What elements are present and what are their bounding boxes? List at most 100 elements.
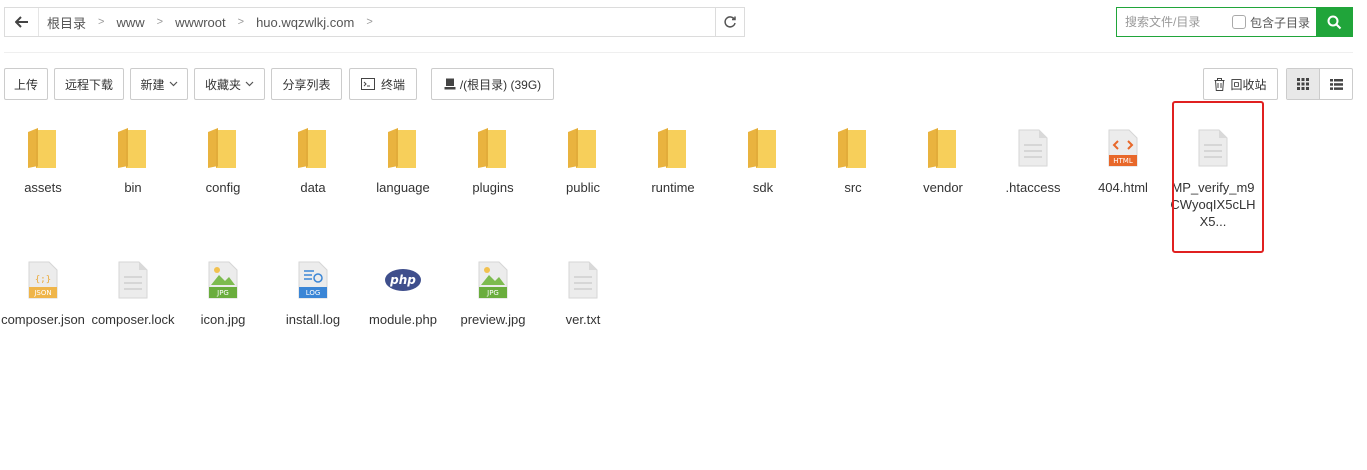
upload-label: 上传: [13, 77, 38, 92]
share-list-label: 分享列表: [282, 77, 331, 92]
breadcrumb-www[interactable]: www: [116, 15, 144, 30]
file-item[interactable]: JPG icon.jpg: [178, 256, 268, 328]
address-bar: 根目录 > www > wwwroot > huo.wqzwlkj.com >: [4, 7, 745, 37]
folder-icon: [829, 124, 877, 172]
arrow-left-icon: [14, 16, 28, 28]
search-button[interactable]: [1316, 7, 1353, 37]
breadcrumb-site[interactable]: huo.wqzwlkj.com: [256, 15, 354, 30]
include-subdirs-label: 包含子目录: [1250, 15, 1311, 30]
folder-icon: [109, 124, 157, 172]
folder-item[interactable]: plugins: [448, 124, 538, 196]
svg-text:JPG: JPG: [486, 289, 499, 297]
share-list-button[interactable]: 分享列表: [271, 68, 342, 100]
log-file-icon: LOG: [289, 256, 337, 304]
remote-download-label: 远程下载: [64, 77, 113, 92]
file-name: config: [205, 180, 241, 195]
folder-icon: [739, 124, 787, 172]
folder-item[interactable]: vendor: [898, 124, 988, 196]
folder-item[interactable]: bin: [88, 124, 178, 196]
file-name: ver.txt: [565, 312, 601, 327]
file-item[interactable]: php module.php: [358, 256, 448, 328]
file-name: bin: [124, 180, 142, 195]
terminal-button[interactable]: 终端: [349, 68, 417, 100]
file-item[interactable]: ver.txt: [538, 256, 628, 328]
breadcrumb: 根目录 > www > wwwroot > huo.wqzwlkj.com >: [39, 8, 715, 36]
folder-item[interactable]: assets: [0, 124, 88, 196]
folder-icon: [199, 124, 247, 172]
disk-icon: [444, 78, 456, 90]
file-name: 404.html: [1098, 180, 1148, 195]
back-button[interactable]: [5, 8, 39, 36]
disk-label: /(根目录) (39G): [459, 77, 542, 92]
favorites-label: 收藏夹: [204, 77, 241, 92]
remote-download-button[interactable]: 远程下载: [54, 68, 124, 100]
image-file-icon: JPG: [469, 256, 517, 304]
folder-icon: [919, 124, 967, 172]
folder-item[interactable]: config: [178, 124, 268, 196]
folder-item[interactable]: language: [358, 124, 448, 196]
include-subdirs-checkbox[interactable]: 包含子目录: [1232, 14, 1310, 31]
folder-item[interactable]: data: [268, 124, 358, 196]
file-name: public: [566, 180, 600, 195]
trash-icon: [1214, 77, 1225, 91]
breadcrumb-root[interactable]: 根目录: [47, 13, 86, 32]
file-item[interactable]: {;} JSON composer.json: [0, 256, 88, 328]
file-name: assets: [24, 180, 62, 195]
upload-button[interactable]: 上传: [4, 68, 48, 100]
view-toggle: [1286, 68, 1353, 100]
file-name: composer.lock: [91, 312, 175, 327]
search-icon: [1327, 15, 1342, 29]
chevron-right-icon: >: [98, 16, 105, 28]
terminal-icon: [360, 78, 375, 90]
folder-item[interactable]: public: [538, 124, 628, 196]
folder-icon: [379, 124, 427, 172]
disk-button[interactable]: /(根目录) (39G): [431, 68, 554, 100]
folder-item[interactable]: sdk: [718, 124, 808, 196]
php-file-icon: php: [379, 256, 427, 304]
file-name: composer.json: [1, 312, 85, 327]
new-button[interactable]: 新建: [130, 68, 188, 100]
chevron-down-icon: [169, 81, 177, 87]
file-name: icon.jpg: [200, 312, 246, 327]
image-file-icon: JPG: [199, 256, 247, 304]
file-name: .htaccess: [1005, 180, 1061, 195]
file-name: MP_verify_m9CWyoqIX5cLHX5...: [1170, 180, 1256, 229]
file-name: src: [844, 180, 862, 195]
grid-view-button[interactable]: [1287, 69, 1320, 99]
folder-item[interactable]: runtime: [628, 124, 718, 196]
favorites-button[interactable]: 收藏夹: [194, 68, 265, 100]
search-bar: 包含子目录: [1116, 7, 1353, 37]
list-icon: [1329, 78, 1343, 90]
svg-text:{;}: {;}: [35, 275, 51, 285]
file-name: data: [300, 180, 326, 195]
file-item[interactable]: MP_verify_m9CWyoqIX5cLHX5...: [1168, 124, 1258, 230]
recycle-bin-button[interactable]: 回收站: [1203, 68, 1278, 100]
checkbox-box: [1232, 15, 1246, 29]
file-item[interactable]: composer.lock: [88, 256, 178, 328]
chevron-right-icon[interactable]: >: [366, 16, 372, 28]
search-input[interactable]: [1117, 8, 1227, 36]
file-item[interactable]: HTML 404.html: [1078, 124, 1168, 196]
json-file-icon: {;} JSON: [19, 256, 67, 304]
file-item[interactable]: LOG install.log: [268, 256, 358, 328]
file-name: runtime: [651, 180, 695, 195]
breadcrumb-wwwroot[interactable]: wwwroot: [175, 15, 226, 30]
folder-icon: [559, 124, 607, 172]
list-view-button[interactable]: [1320, 69, 1352, 99]
file-name: module.php: [369, 312, 437, 327]
refresh-button[interactable]: [715, 8, 744, 36]
file-item[interactable]: .htaccess: [988, 124, 1078, 196]
svg-text:JSON: JSON: [33, 289, 51, 297]
svg-text:LOG: LOG: [306, 289, 321, 297]
file-name: vendor: [923, 180, 963, 195]
folder-item[interactable]: src: [808, 124, 898, 196]
file-name: install.log: [285, 312, 341, 327]
terminal-label: 终端: [380, 77, 405, 92]
file-item[interactable]: JPG preview.jpg: [448, 256, 538, 328]
folder-icon: [289, 124, 337, 172]
file-icon: [1009, 124, 1057, 172]
chevron-right-icon: >: [237, 16, 245, 28]
file-name: preview.jpg: [460, 312, 526, 327]
folder-icon: [649, 124, 697, 172]
folder-icon: [19, 124, 67, 172]
